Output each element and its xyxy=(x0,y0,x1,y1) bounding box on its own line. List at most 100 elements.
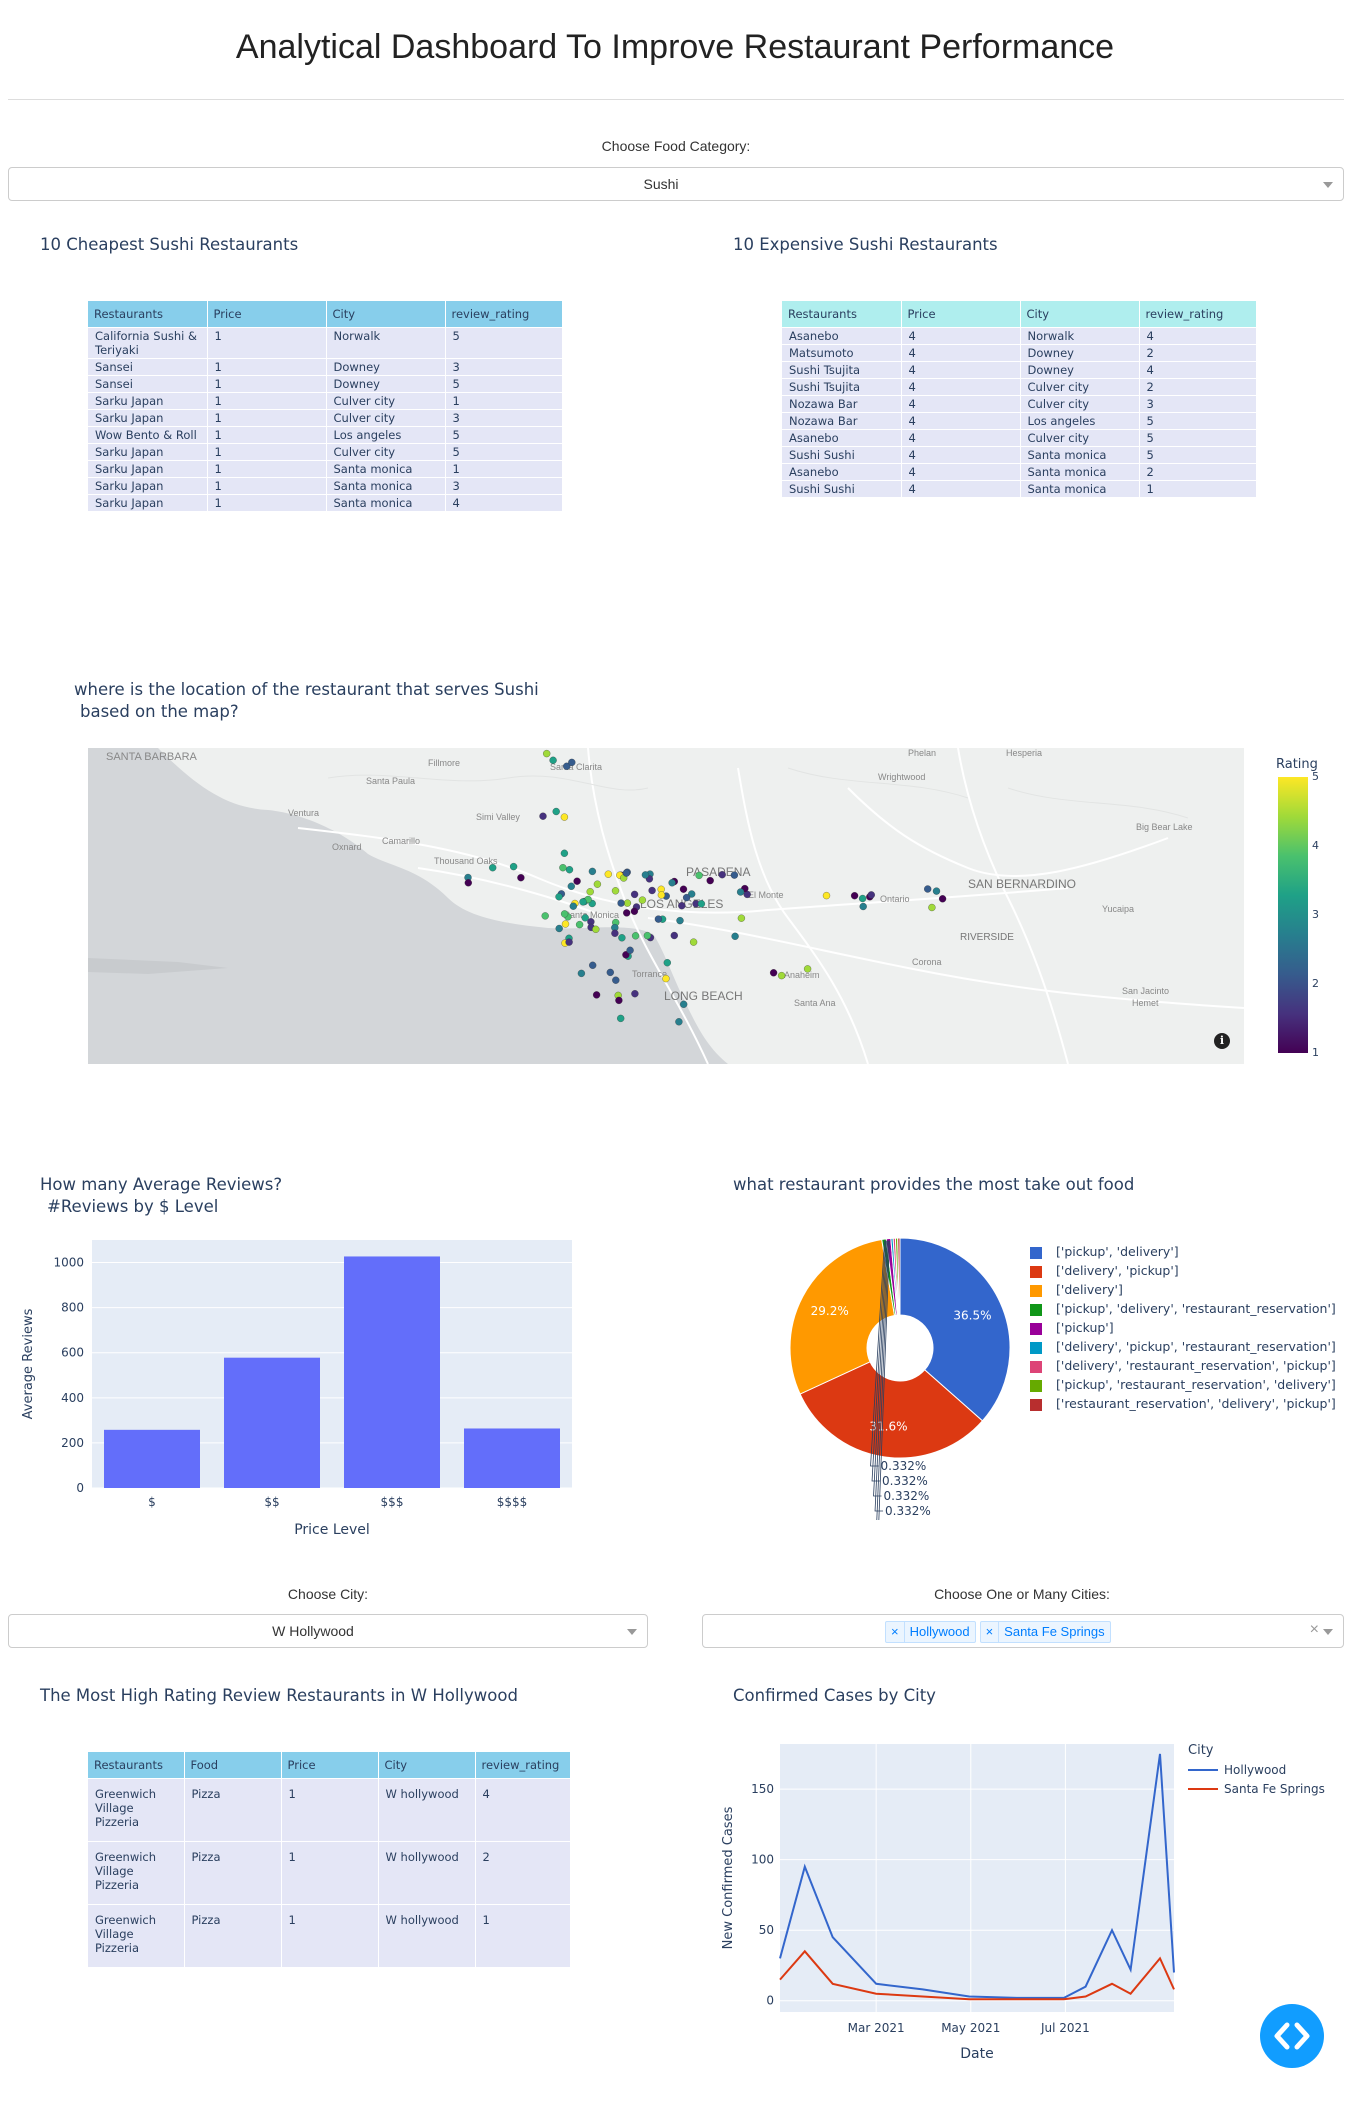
legend-item[interactable]: ['restaurant_reservation', 'delivery', '… xyxy=(1030,1394,1336,1413)
map-point[interactable] xyxy=(803,965,812,973)
rating-table-container[interactable]: Restaurants Food Price City review_rating Gr… xyxy=(88,1752,570,1968)
map-point[interactable] xyxy=(565,866,574,874)
map-point[interactable] xyxy=(539,812,547,820)
expensive-table-container[interactable]: Restaurants Price City review_rating Asaneb… xyxy=(782,301,1256,527)
map-point[interactable] xyxy=(850,892,859,900)
pie-chart[interactable]: 36.5%31.6%29.2%0.332%0.332%0.332%0.332%0… xyxy=(760,1220,1040,1520)
map-point[interactable] xyxy=(589,961,597,969)
map-point[interactable] xyxy=(643,931,652,940)
map-point[interactable] xyxy=(648,886,656,895)
map-point[interactable] xyxy=(569,902,577,910)
map-point[interactable] xyxy=(630,890,639,899)
map-point[interactable] xyxy=(777,971,786,980)
legend-item[interactable]: ['delivery', 'pickup', 'restaurant_reser… xyxy=(1030,1337,1336,1356)
map-point[interactable] xyxy=(604,870,612,878)
map-point[interactable] xyxy=(586,888,594,896)
map-point[interactable] xyxy=(568,758,576,767)
map-point[interactable] xyxy=(695,871,703,880)
map-point[interactable] xyxy=(924,885,932,893)
map-point[interactable] xyxy=(579,898,587,906)
map-point[interactable] xyxy=(928,903,936,912)
legend-item[interactable]: ['delivery', 'pickup'] xyxy=(1030,1261,1336,1280)
map-point[interactable] xyxy=(706,876,714,885)
map-point[interactable] xyxy=(560,910,569,918)
map-point[interactable] xyxy=(718,871,726,879)
map-point[interactable] xyxy=(489,864,497,872)
code-toggle-button[interactable] xyxy=(1260,2004,1324,2068)
map-point[interactable] xyxy=(552,807,560,816)
map-point[interactable] xyxy=(592,925,600,933)
map-point[interactable] xyxy=(630,907,639,915)
map-point[interactable] xyxy=(517,874,525,882)
legend-item[interactable]: ['pickup', 'delivery', 'restaurant_reser… xyxy=(1030,1299,1336,1318)
food-category-dropdown[interactable]: Sushi xyxy=(8,167,1344,201)
map-point[interactable] xyxy=(662,974,670,983)
map-point[interactable] xyxy=(611,887,620,895)
map-point[interactable] xyxy=(575,920,584,929)
remove-tag-icon[interactable]: × xyxy=(886,1622,905,1642)
map-point[interactable] xyxy=(822,891,831,900)
map-point[interactable] xyxy=(668,879,676,887)
map-point[interactable] xyxy=(731,932,739,940)
map-point[interactable] xyxy=(592,991,601,999)
map-point[interactable] xyxy=(737,914,746,922)
map-point[interactable] xyxy=(859,902,867,911)
map-point[interactable] xyxy=(543,749,551,758)
legend-label[interactable]: Santa Fe Springs xyxy=(1224,1782,1325,1796)
map-point[interactable] xyxy=(617,899,625,907)
map-point[interactable] xyxy=(641,871,650,879)
chevron-down-icon[interactable] xyxy=(1323,182,1333,188)
map-point[interactable] xyxy=(689,938,698,946)
map-point[interactable] xyxy=(631,990,639,998)
map-point[interactable] xyxy=(577,969,586,978)
map-point[interactable] xyxy=(867,891,875,899)
info-icon[interactable]: i xyxy=(1214,1033,1230,1049)
map-point[interactable] xyxy=(561,920,570,928)
cities-multi-dropdown[interactable]: × Hollywood × Santa Fe Springs × xyxy=(702,1614,1344,1648)
map-point[interactable] xyxy=(676,916,684,925)
bar[interactable] xyxy=(104,1429,200,1488)
legend-label[interactable]: Hollywood xyxy=(1224,1763,1286,1777)
map-point[interactable] xyxy=(670,931,678,940)
map-point[interactable] xyxy=(858,894,867,903)
map-point[interactable] xyxy=(663,959,671,967)
map-point[interactable] xyxy=(549,756,557,764)
map-point[interactable] xyxy=(675,1018,683,1026)
map-view[interactable]: SANTA BARBARA Fillmore Santa Clarita Phelan… xyxy=(88,748,1244,1064)
map-point[interactable] xyxy=(682,893,691,902)
legend-item[interactable]: ['pickup', 'delivery'] xyxy=(1030,1242,1336,1261)
map-point[interactable] xyxy=(588,867,597,876)
legend-item[interactable]: ['delivery', 'restaurant_reservation', '… xyxy=(1030,1356,1336,1375)
map-point[interactable] xyxy=(626,946,634,954)
map-point[interactable] xyxy=(593,880,602,888)
map-point[interactable] xyxy=(567,882,575,890)
map-point[interactable] xyxy=(559,864,567,872)
cheap-table-container[interactable]: Restaurants Price City review_rating Califo… xyxy=(88,301,562,569)
map-point[interactable] xyxy=(573,877,581,885)
map-point[interactable] xyxy=(565,938,573,946)
map-point[interactable] xyxy=(736,888,745,896)
map-point[interactable] xyxy=(555,893,563,901)
map-point[interactable] xyxy=(617,1014,625,1023)
map-point[interactable] xyxy=(612,976,620,984)
map-point[interactable] xyxy=(618,934,626,942)
map-point[interactable] xyxy=(623,909,631,917)
legend-item[interactable]: ['delivery'] xyxy=(1030,1280,1336,1299)
map-point[interactable] xyxy=(611,929,619,937)
bar-chart[interactable]: 02004006008001000$ $$ $$$ $$$$Price LevelAv… xyxy=(8,1230,608,1560)
map-point[interactable] xyxy=(623,899,632,907)
map-point[interactable] xyxy=(631,932,640,940)
map-point[interactable] xyxy=(730,871,739,879)
map-point[interactable] xyxy=(560,849,569,857)
map-point[interactable] xyxy=(769,969,778,977)
map-point[interactable] xyxy=(622,869,631,877)
chevron-down-icon[interactable] xyxy=(627,1629,637,1635)
bar[interactable] xyxy=(464,1428,560,1488)
map-point[interactable] xyxy=(464,879,472,887)
map-point[interactable] xyxy=(581,914,589,922)
map-point[interactable] xyxy=(679,885,688,893)
map-point[interactable] xyxy=(615,996,623,1005)
cases-line-chart[interactable]: 0 50 100 150 Mar 2021 May 2021 Jul 2021 Date New… xyxy=(702,1730,1352,2075)
bar[interactable] xyxy=(224,1357,320,1488)
chevron-down-icon[interactable] xyxy=(1323,1629,1333,1635)
